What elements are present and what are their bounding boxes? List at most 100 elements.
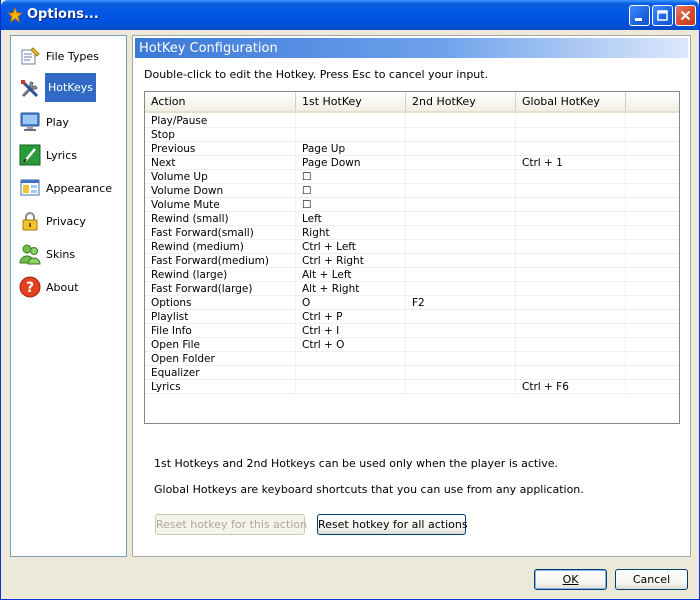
sidebar-item-hotkeys[interactable]: HotKeys (15, 73, 123, 103)
column-header-global-hotkey[interactable]: Global HotKey (516, 92, 626, 111)
cell-1st-hotkey[interactable] (296, 352, 406, 366)
table-row[interactable]: Open Folder (145, 352, 679, 366)
column-header-action[interactable]: Action (145, 92, 296, 111)
cell-2nd-hotkey[interactable] (406, 142, 516, 156)
column-header-1st-hotkey[interactable]: 1st HotKey (296, 92, 406, 111)
table-row[interactable]: Play/Pause (145, 114, 679, 128)
title-bar[interactable]: Options... (1, 0, 699, 30)
cell-2nd-hotkey[interactable] (406, 254, 516, 268)
cell-2nd-hotkey[interactable] (406, 240, 516, 254)
table-row[interactable]: Volume Mute ☐ (145, 198, 679, 212)
cell-1st-hotkey[interactable]: Ctrl + I (296, 324, 406, 338)
cell-2nd-hotkey[interactable] (406, 366, 516, 380)
cell-action[interactable]: Previous (145, 142, 296, 156)
cell-action[interactable]: Open Folder (145, 352, 296, 366)
table-row[interactable]: Options O F2 (145, 296, 679, 310)
table-row[interactable]: Rewind (large) Alt + Left (145, 268, 679, 282)
cell-action[interactable]: Volume Down (145, 184, 296, 198)
cell-global-hotkey[interactable] (516, 184, 626, 198)
cell-1st-hotkey[interactable]: Ctrl + O (296, 338, 406, 352)
sidebar-item-play[interactable]: Play (15, 106, 123, 136)
hotkey-list[interactable]: Action 1st HotKey 2nd HotKey Global HotK… (144, 91, 680, 424)
cell-action[interactable]: Rewind (large) (145, 268, 296, 282)
cell-2nd-hotkey[interactable]: F2 (406, 296, 516, 310)
cell-action[interactable]: Options (145, 296, 296, 310)
table-row[interactable]: Stop (145, 128, 679, 142)
table-row[interactable]: Playlist Ctrl + P (145, 310, 679, 324)
cell-global-hotkey[interactable] (516, 114, 626, 128)
cell-1st-hotkey[interactable]: ☐ (296, 184, 406, 198)
cell-2nd-hotkey[interactable] (406, 282, 516, 296)
table-row[interactable]: Lyrics Ctrl + F6 (145, 380, 679, 394)
cell-action[interactable]: Open File (145, 338, 296, 352)
cell-action[interactable]: Next (145, 156, 296, 170)
cell-global-hotkey[interactable] (516, 240, 626, 254)
cell-global-hotkey[interactable] (516, 324, 626, 338)
cell-1st-hotkey[interactable]: Alt + Left (296, 268, 406, 282)
table-row[interactable]: Fast Forward(medium) Ctrl + Right (145, 254, 679, 268)
table-row[interactable]: Rewind (medium) Ctrl + Left (145, 240, 679, 254)
cell-2nd-hotkey[interactable] (406, 310, 516, 324)
cell-2nd-hotkey[interactable] (406, 114, 516, 128)
cell-action[interactable]: Play/Pause (145, 114, 296, 128)
cell-1st-hotkey[interactable]: O (296, 296, 406, 310)
cell-global-hotkey[interactable] (516, 296, 626, 310)
cell-global-hotkey[interactable] (516, 226, 626, 240)
sidebar-item-skins[interactable]: Skins (15, 238, 123, 268)
cell-global-hotkey[interactable] (516, 268, 626, 282)
cell-action[interactable]: Fast Forward(medium) (145, 254, 296, 268)
cell-1st-hotkey[interactable]: Page Down (296, 156, 406, 170)
table-row[interactable]: Equalizer (145, 366, 679, 380)
cell-1st-hotkey[interactable] (296, 366, 406, 380)
ok-button[interactable]: OK (534, 569, 607, 590)
sidebar-item-about[interactable]: ? About (15, 271, 123, 301)
cell-action[interactable]: Volume Up (145, 170, 296, 184)
cell-1st-hotkey[interactable]: ☐ (296, 198, 406, 212)
cell-global-hotkey[interactable] (516, 198, 626, 212)
cell-global-hotkey[interactable] (516, 310, 626, 324)
table-row[interactable]: Volume Up ☐ (145, 170, 679, 184)
cell-global-hotkey[interactable] (516, 352, 626, 366)
reset-hotkey-all-button[interactable]: Reset hotkey for all actions (317, 514, 468, 535)
cell-global-hotkey[interactable] (516, 212, 626, 226)
cell-global-hotkey[interactable] (516, 142, 626, 156)
cell-2nd-hotkey[interactable] (406, 338, 516, 352)
cell-1st-hotkey[interactable]: Page Up (296, 142, 406, 156)
cell-action[interactable]: Fast Forward(large) (145, 282, 296, 296)
cell-global-hotkey[interactable] (516, 282, 626, 296)
cell-global-hotkey[interactable]: Ctrl + 1 (516, 156, 626, 170)
table-row[interactable]: File Info Ctrl + I (145, 324, 679, 338)
cell-1st-hotkey[interactable] (296, 114, 406, 128)
cell-2nd-hotkey[interactable] (406, 198, 516, 212)
cell-1st-hotkey[interactable]: Alt + Right (296, 282, 406, 296)
cell-2nd-hotkey[interactable] (406, 212, 516, 226)
sidebar-item-appearance[interactable]: Appearance (15, 172, 123, 202)
cell-1st-hotkey[interactable]: Ctrl + P (296, 310, 406, 324)
close-button[interactable] (675, 5, 696, 26)
cell-global-hotkey[interactable] (516, 170, 626, 184)
table-row[interactable]: Previous Page Up (145, 142, 679, 156)
cell-global-hotkey[interactable] (516, 128, 626, 142)
cell-global-hotkey[interactable] (516, 254, 626, 268)
cell-2nd-hotkey[interactable] (406, 324, 516, 338)
sidebar-item-lyrics[interactable]: Lyrics (15, 139, 123, 169)
cell-1st-hotkey[interactable]: Ctrl + Left (296, 240, 406, 254)
cell-action[interactable]: Lyrics (145, 380, 296, 394)
table-row[interactable]: Open File Ctrl + O (145, 338, 679, 352)
cell-2nd-hotkey[interactable] (406, 184, 516, 198)
cell-1st-hotkey[interactable] (296, 128, 406, 142)
cell-2nd-hotkey[interactable] (406, 268, 516, 282)
cell-global-hotkey[interactable] (516, 338, 626, 352)
cell-action[interactable]: Rewind (medium) (145, 240, 296, 254)
table-row[interactable]: Rewind (small) Left (145, 212, 679, 226)
column-header-2nd-hotkey[interactable]: 2nd HotKey (406, 92, 516, 111)
cell-global-hotkey[interactable] (516, 366, 626, 380)
sidebar-item-privacy[interactable]: Privacy (15, 205, 123, 235)
cell-action[interactable]: File Info (145, 324, 296, 338)
table-row[interactable]: Fast Forward(large) Alt + Right (145, 282, 679, 296)
cell-1st-hotkey[interactable] (296, 380, 406, 394)
maximize-button[interactable] (652, 5, 673, 26)
cell-1st-hotkey[interactable]: Ctrl + Right (296, 254, 406, 268)
cell-action[interactable]: Volume Mute (145, 198, 296, 212)
cell-1st-hotkey[interactable]: Right (296, 226, 406, 240)
